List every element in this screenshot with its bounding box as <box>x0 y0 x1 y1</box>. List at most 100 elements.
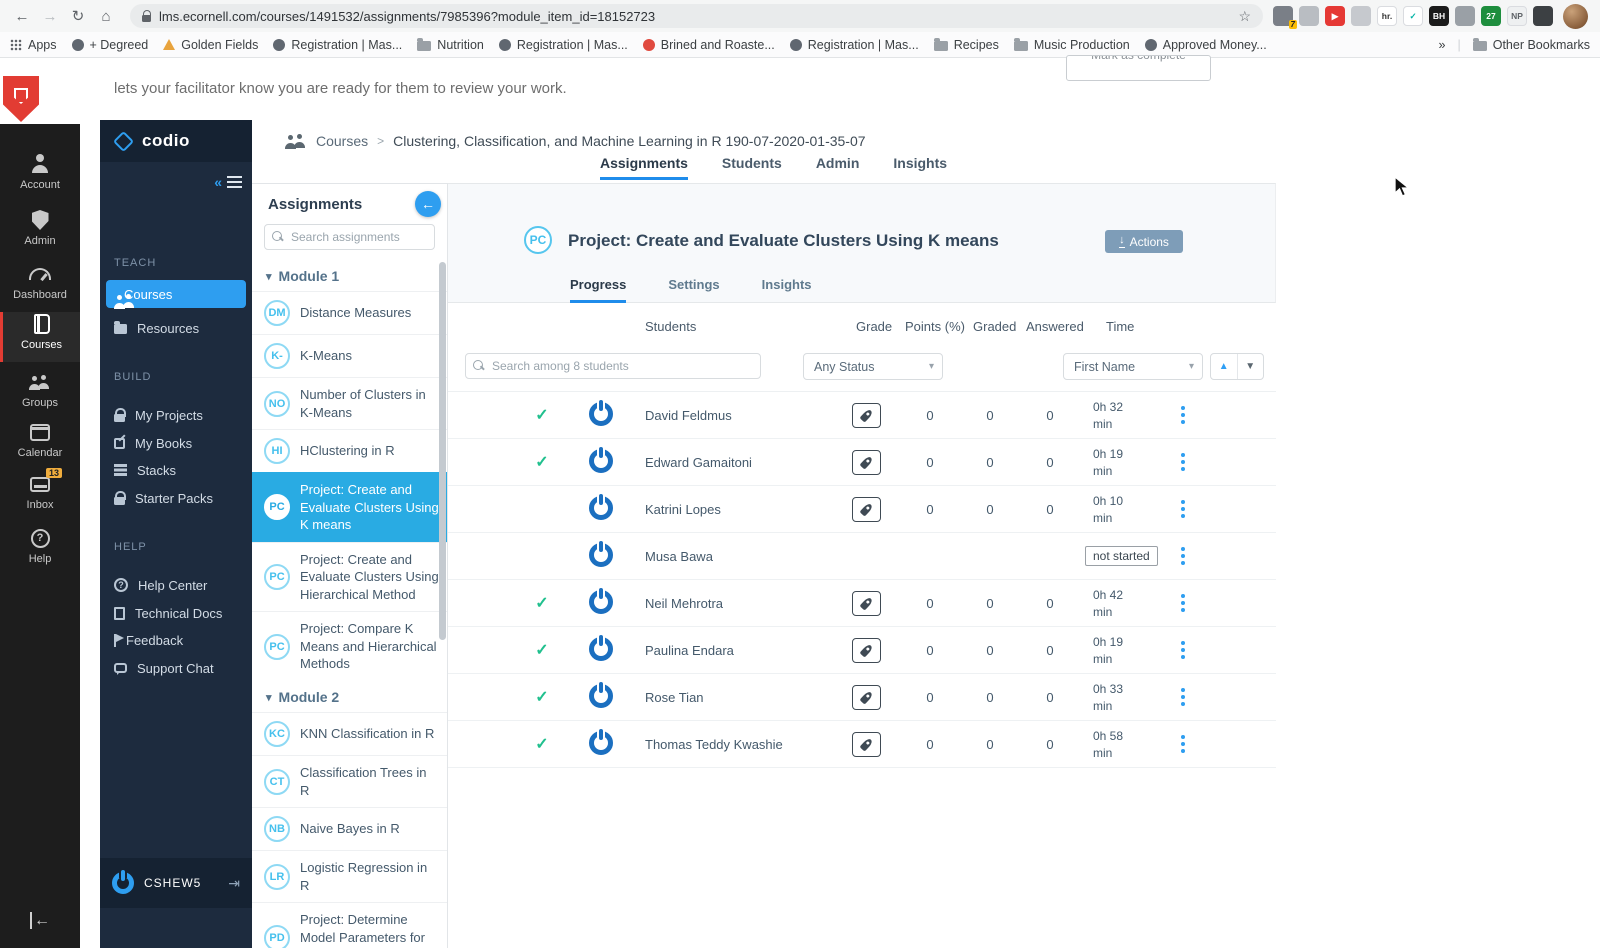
apps-button[interactable]: Apps <box>10 38 57 52</box>
actions-button[interactable]: ↓ Actions <box>1105 230 1183 253</box>
row-menu-button[interactable] <box>1175 449 1191 475</box>
codio-project-icon[interactable] <box>589 731 613 755</box>
codio-item-technical-docs[interactable]: Technical Docs <box>100 599 252 627</box>
assignment-item[interactable]: K- K-Means <box>252 334 447 377</box>
collapse-panel-button[interactable]: ← <box>415 191 441 217</box>
bookmark-star-icon[interactable]: ☆ <box>1238 8 1251 25</box>
bookmark-item[interactable]: Brined and Roaste... <box>642 38 775 52</box>
row-menu-button[interactable] <box>1175 637 1191 663</box>
bookmark-item[interactable]: Approved Money... <box>1144 38 1267 52</box>
codio-project-icon[interactable] <box>589 684 613 708</box>
codio-project-icon[interactable] <box>589 637 613 661</box>
collapse-sidebar-button[interactable]: « <box>214 174 242 190</box>
bookmarks-overflow-button[interactable]: » <box>1439 38 1446 52</box>
row-menu-button[interactable] <box>1175 684 1191 710</box>
grade-button[interactable] <box>852 591 881 616</box>
codio-item-my-books[interactable]: My Books <box>100 429 252 457</box>
sidebar-item-dashboard[interactable]: Dashboard <box>0 262 80 312</box>
module-2-header[interactable]: ▾ Module 2 <box>252 681 447 712</box>
bookmark-item[interactable]: Registration | Mas... <box>789 38 919 52</box>
student-name[interactable]: Edward Gamaitoni <box>645 439 752 486</box>
bookmark-item[interactable]: Registration | Mas... <box>273 38 402 52</box>
grade-button[interactable] <box>852 497 881 522</box>
mark-as-complete-button[interactable]: Mark as complete <box>1066 55 1211 81</box>
codio-item-feedback[interactable]: Feedback <box>100 626 252 654</box>
collapse-nav-button[interactable]: ← <box>0 912 80 930</box>
extension-icon[interactable] <box>1533 6 1553 26</box>
sidebar-item-admin[interactable]: Admin <box>0 208 80 258</box>
grade-button[interactable] <box>852 450 881 475</box>
student-name[interactable]: Rose Tian <box>645 674 704 721</box>
grade-button[interactable] <box>852 685 881 710</box>
student-name[interactable]: Katrini Lopes <box>645 486 721 533</box>
row-menu-button[interactable] <box>1175 402 1191 428</box>
codio-item-resources[interactable]: Resources <box>100 314 252 342</box>
student-name[interactable]: Neil Mehrotra <box>645 580 723 627</box>
sort-descending-button[interactable]: ▼ <box>1236 354 1264 379</box>
youtube-extension-icon[interactable]: ▶ <box>1325 6 1345 26</box>
student-name[interactable]: Musa Bawa <box>645 533 713 580</box>
sidebar-item-inbox[interactable]: 13 Inbox <box>0 468 80 522</box>
tab-insights[interactable]: Insights <box>893 155 947 180</box>
other-bookmarks-button[interactable]: Other Bookmarks <box>1472 37 1590 52</box>
module-1-header[interactable]: ▾ Module 1 <box>252 260 447 291</box>
codio-project-icon[interactable] <box>589 449 613 473</box>
forward-button[interactable]: → <box>36 8 64 25</box>
bookmark-folder[interactable]: Music Production <box>1013 37 1130 52</box>
sidebar-item-groups[interactable]: Groups <box>0 370 80 420</box>
assignment-item[interactable]: KC KNN Classification in R <box>252 712 447 755</box>
extension-icon[interactable]: 7 <box>1273 6 1297 29</box>
assignment-item[interactable]: DM Distance Measures <box>252 291 447 334</box>
sidebar-item-courses[interactable]: Courses <box>0 312 80 362</box>
grade-button[interactable] <box>852 403 881 428</box>
extension-icon[interactable]: BH <box>1429 6 1449 26</box>
assignment-item[interactable]: PC Project: Create and Evaluate Clusters… <box>252 541 447 612</box>
extension-icon[interactable]: hr. <box>1377 6 1397 26</box>
codio-item-starter-packs[interactable]: Starter Packs <box>100 484 252 512</box>
sort-by-select[interactable]: First Name ▾ <box>1063 353 1203 380</box>
codio-project-icon[interactable] <box>589 402 613 426</box>
extension-icon[interactable]: ✓ <box>1403 6 1423 26</box>
assignment-item[interactable]: CT Classification Trees in R <box>252 755 447 807</box>
extension-icon[interactable] <box>1299 6 1319 26</box>
tab-settings[interactable]: Settings <box>668 277 719 303</box>
bookmark-folder[interactable]: Recipes <box>933 37 999 52</box>
assignment-item-selected[interactable]: PC Project: Create and Evaluate Clusters… <box>252 472 447 542</box>
extension-icon[interactable]: NP <box>1507 6 1527 26</box>
sign-out-icon[interactable]: ⇥ <box>228 875 240 892</box>
row-menu-button[interactable] <box>1175 543 1191 569</box>
sidebar-item-account[interactable]: Account <box>0 152 80 202</box>
breadcrumb-courses-link[interactable]: Courses <box>316 133 368 149</box>
row-menu-button[interactable] <box>1175 731 1191 757</box>
sidebar-item-calendar[interactable]: Calendar <box>0 420 80 470</box>
codio-project-icon[interactable] <box>589 590 613 614</box>
codio-project-icon[interactable] <box>589 496 613 520</box>
sidebar-item-help[interactable]: ? Help <box>0 526 80 576</box>
codio-item-courses[interactable]: Courses <box>106 280 246 309</box>
codio-item-help-center[interactable]: ? Help Center <box>100 571 252 599</box>
bookmark-item[interactable]: + Degreed <box>71 38 148 52</box>
tab-insights-assignment[interactable]: Insights <box>762 277 812 303</box>
reload-button[interactable]: ↻ <box>64 7 92 25</box>
home-button[interactable]: ⌂ <box>92 8 120 25</box>
bookmark-item[interactable]: Registration | Mas... <box>498 38 628 52</box>
student-name[interactable]: Paulina Endara <box>645 627 734 674</box>
assignment-item[interactable]: PD Project: Determine Model Parameters f… <box>252 902 447 948</box>
assignment-item[interactable]: LR Logistic Regression in R <box>252 850 447 902</box>
assignment-item[interactable]: NO Number of Clusters in K-Means <box>252 377 447 429</box>
scrollbar[interactable] <box>439 262 446 640</box>
sort-ascending-button[interactable]: ▲ <box>1211 354 1237 379</box>
back-button[interactable]: ← <box>8 8 36 25</box>
codio-item-stacks[interactable]: Stacks <box>100 456 252 484</box>
extension-icon[interactable] <box>1455 6 1475 26</box>
row-menu-button[interactable] <box>1175 590 1191 616</box>
codio-item-support-chat[interactable]: Support Chat <box>100 654 252 682</box>
extension-icon[interactable] <box>1351 6 1371 26</box>
status-filter-select[interactable]: Any Status ▾ <box>803 353 943 380</box>
address-bar[interactable]: lms.ecornell.com/courses/1491532/assignm… <box>130 4 1263 28</box>
codio-item-my-projects[interactable]: My Projects <box>100 401 252 429</box>
url-text[interactable]: lms.ecornell.com/courses/1491532/assignm… <box>159 9 1230 24</box>
assignment-item[interactable]: PC Project: Compare K Means and Hierarch… <box>252 611 447 681</box>
assignment-item[interactable]: HI HClustering in R <box>252 429 447 472</box>
extension-icon[interactable]: 27 <box>1481 6 1501 26</box>
